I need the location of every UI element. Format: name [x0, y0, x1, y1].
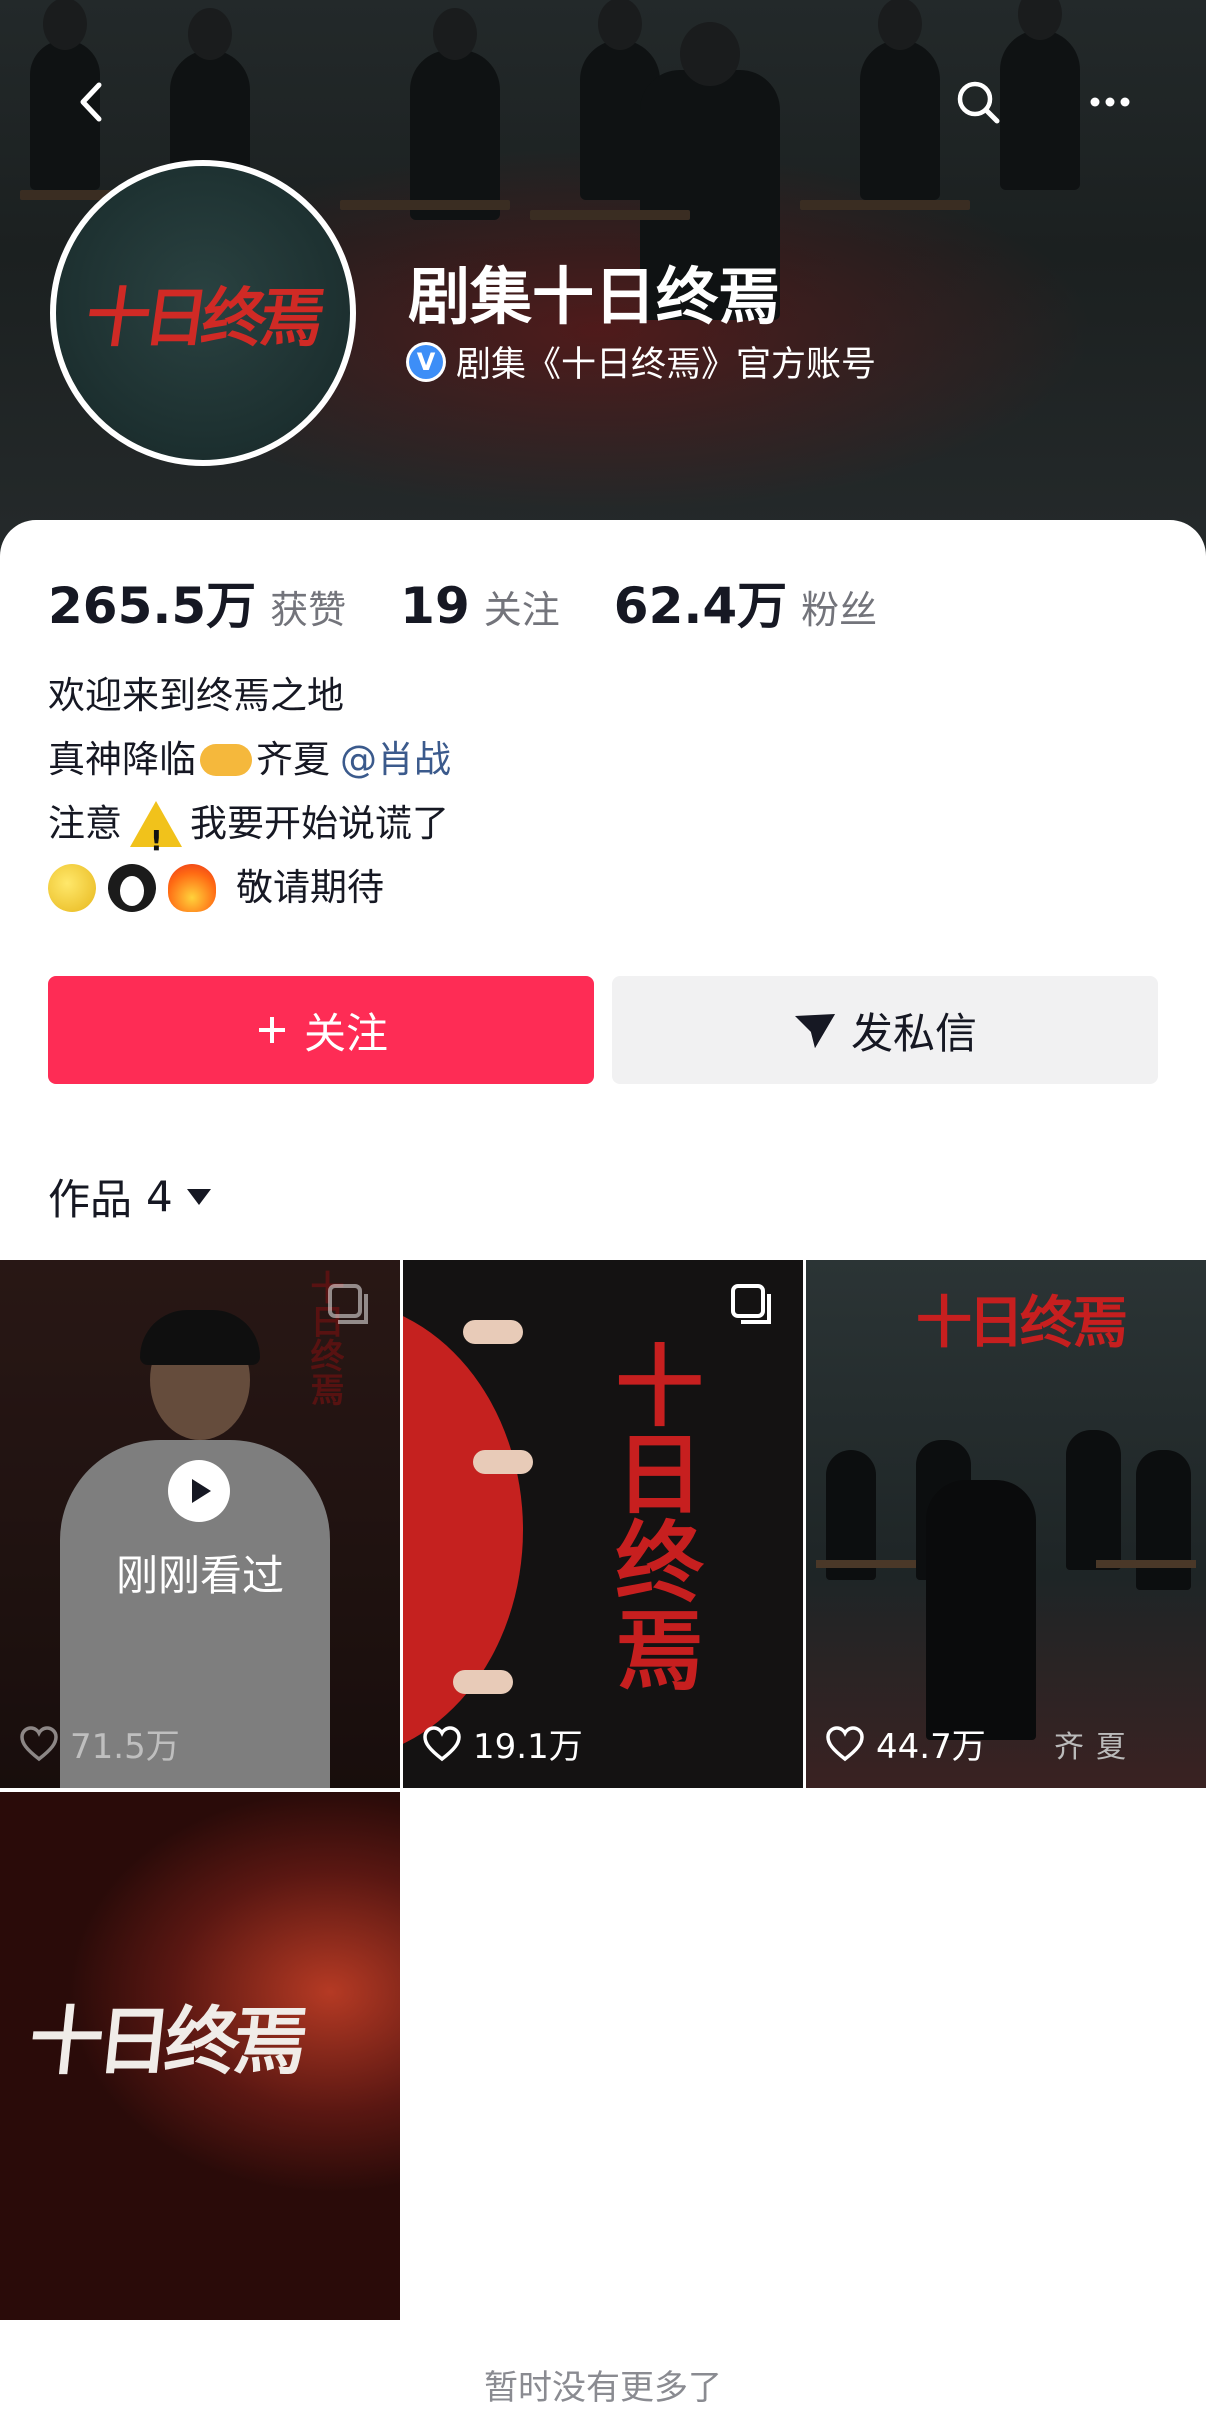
works-count: 4	[146, 1172, 173, 1221]
bio: 欢迎来到终焉之地 真神降临 齐夏 @肖战 注意 我要开始说谎了 敬请期待	[48, 664, 451, 920]
verified-icon: V	[406, 341, 446, 382]
followers-label[interactable]: 粉丝	[801, 579, 877, 634]
likes-count: 71.5万	[70, 1727, 180, 1767]
multi-image-icon	[328, 1284, 368, 1324]
fire-icon	[168, 864, 216, 912]
bio-line: 注意 我要开始说谎了	[48, 792, 451, 873]
tile-likes: 44.7万	[824, 1719, 986, 1768]
video-tile[interactable]: 十日终焉 刚刚看过 71.5万	[0, 1260, 400, 1788]
bio-line: 真神降临 齐夏 @肖战	[48, 728, 451, 792]
verification-row: V 剧集《十日终焉》官方账号	[406, 336, 876, 387]
chevron-left-icon	[80, 82, 102, 122]
video-tile[interactable]: 十日终焉 19.1万	[403, 1260, 803, 1788]
mention-link[interactable]: @肖战	[340, 728, 451, 792]
banner-table	[530, 210, 690, 220]
avatar-logo: 十日终焉	[80, 281, 324, 356]
following-count[interactable]: 19	[400, 577, 470, 635]
banner-figure	[410, 8, 500, 220]
play-icon	[168, 1460, 230, 1522]
follow-label: 关注	[303, 1008, 388, 1058]
avatar[interactable]: 十日终焉	[50, 160, 356, 466]
video-tile[interactable]: 十日终焉	[0, 1792, 400, 2320]
profile-banner: 十日终焉 剧集十日终焉 V 剧集《十日终焉》官方账号	[0, 0, 1206, 560]
stats-row: 265.5万 获赞 19 关注 62.4万 粉丝	[48, 566, 931, 638]
pointing-hand-icon	[200, 744, 252, 776]
followers-count[interactable]: 62.4万	[614, 566, 787, 638]
likes-count: 19.1万	[473, 1727, 583, 1767]
plus-icon	[258, 1017, 285, 1043]
likes-count: 44.7万	[876, 1727, 986, 1767]
heart-icon	[20, 1725, 58, 1761]
watched-overlay	[0, 1260, 400, 1788]
scene-table	[816, 1560, 916, 1568]
ellipsis-icon	[1090, 97, 1130, 107]
penguin-icon	[108, 864, 156, 912]
back-button[interactable]	[52, 62, 132, 142]
end-of-list-text: 暂时没有更多了	[484, 2368, 722, 2408]
likes-label: 获赞	[270, 588, 347, 632]
poster-title: 十日终焉	[24, 1999, 306, 2085]
lemon-icon	[48, 864, 96, 912]
recently-watched-label: 刚刚看过	[115, 1551, 284, 1600]
hand-shape	[473, 1450, 533, 1474]
heart-icon	[826, 1725, 864, 1761]
hand-shape	[453, 1670, 513, 1694]
video-tile[interactable]: 十日终焉 44.7万 齐夏	[806, 1260, 1206, 1788]
tile-likes: 19.1万	[421, 1719, 583, 1768]
bio-line: 敬请期待	[48, 856, 451, 920]
profile-name: 剧集十日终焉	[408, 260, 781, 333]
follow-button[interactable]: 关注	[48, 976, 594, 1084]
more-button[interactable]	[1070, 62, 1150, 142]
scene-figure	[926, 1480, 1036, 1740]
likes-count: 265.5万	[48, 577, 257, 635]
banner-table	[800, 200, 970, 210]
scene-table	[1096, 1560, 1196, 1568]
multi-image-icon	[731, 1284, 771, 1324]
warning-icon	[130, 801, 182, 873]
verification-text: 剧集《十日终焉》官方账号	[456, 345, 877, 385]
following-label[interactable]: 关注	[484, 579, 560, 634]
poster-title: 十日终焉	[601, 1340, 705, 1692]
caret-down-icon	[186, 1188, 211, 1205]
tile-caption: 齐夏	[1054, 1730, 1138, 1765]
message-button[interactable]: 发私信	[612, 976, 1158, 1084]
scene-figure	[1066, 1430, 1121, 1570]
heart-icon	[423, 1725, 461, 1761]
search-button[interactable]	[938, 62, 1018, 142]
banner-figure	[860, 0, 940, 200]
bio-line: 欢迎来到终焉之地	[48, 674, 344, 717]
hand-shape	[463, 1320, 523, 1344]
send-icon	[794, 1014, 835, 1048]
tile-likes: 71.5万	[18, 1719, 180, 1768]
scene-figure	[1136, 1450, 1191, 1590]
message-label: 发私信	[850, 1008, 977, 1058]
works-tab[interactable]: 作品 4	[48, 1166, 211, 1227]
works-tab-label: 作品	[48, 1175, 133, 1224]
banner-table	[340, 200, 510, 210]
poster-title: 十日终焉	[916, 1290, 1128, 1356]
search-icon	[957, 81, 1000, 124]
